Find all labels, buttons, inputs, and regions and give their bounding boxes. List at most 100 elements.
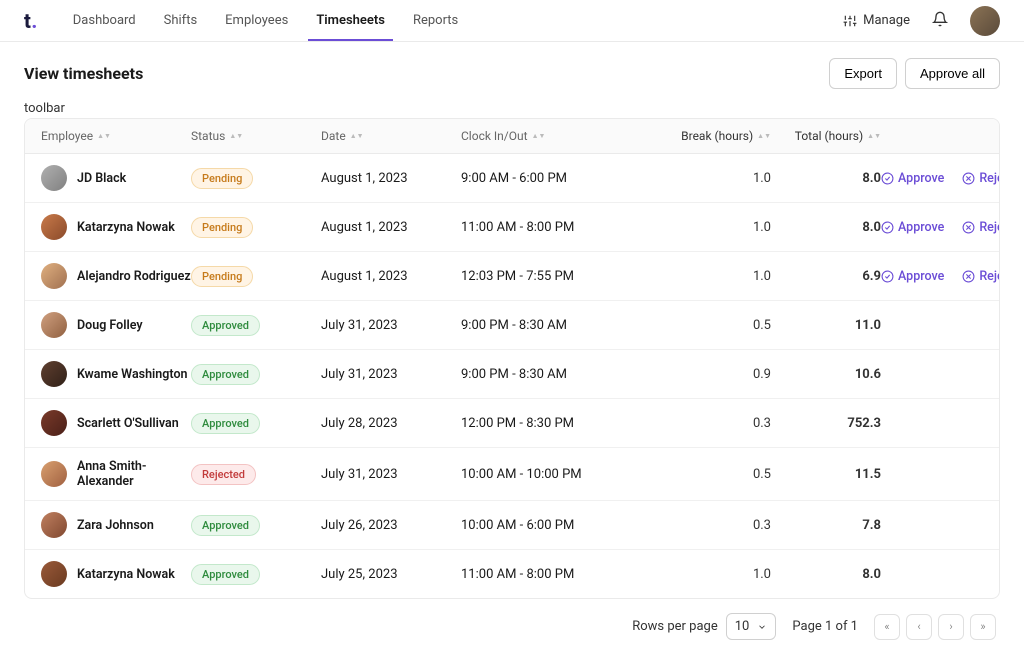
avatar	[41, 410, 67, 436]
rows-per-page-select[interactable]: 10	[726, 613, 777, 640]
employee-name: Doug Folley	[77, 318, 143, 333]
timesheet-table: Employee▲▼ Status▲▼ Date▲▼ Clock In/Out▲…	[24, 118, 1000, 599]
rows-per-page-label: Rows per page	[632, 619, 718, 634]
nav-item-shifts[interactable]: Shifts	[164, 1, 198, 40]
col-break[interactable]: Break (hours)▲▼	[631, 129, 771, 143]
col-employee[interactable]: Employee▲▼	[41, 129, 191, 143]
nav-item-timesheets[interactable]: Timesheets	[316, 1, 385, 40]
status-cell: Approved	[191, 515, 321, 536]
page-first[interactable]: «	[874, 614, 900, 640]
total-cell: 11.5	[771, 467, 881, 482]
reject-button[interactable]: Reject	[962, 220, 1000, 235]
total-cell: 8.0	[771, 171, 881, 186]
status-badge: Approved	[191, 564, 260, 585]
total-cell: 752.3	[771, 416, 881, 431]
table-row: JD BlackPendingAugust 1, 20239:00 AM - 6…	[25, 154, 999, 203]
pagination: Rows per page 10 Page 1 of 1 « ‹ › »	[24, 599, 1000, 640]
reject-button[interactable]: Reject	[962, 269, 1000, 284]
total-cell: 7.8	[771, 518, 881, 533]
approve-all-button[interactable]: Approve all	[905, 58, 1000, 89]
status-badge: Pending	[191, 217, 253, 238]
total-cell: 11.0	[771, 318, 881, 333]
employee-cell: Alejandro Rodriguez	[41, 263, 191, 289]
sort-icon: ▲▼	[757, 134, 771, 138]
nav-item-dashboard[interactable]: Dashboard	[73, 1, 136, 40]
break-cell: 1.0	[631, 269, 771, 284]
col-date[interactable]: Date▲▼	[321, 129, 461, 143]
avatar	[41, 165, 67, 191]
table-row: Alejandro RodriguezPendingAugust 1, 2023…	[25, 252, 999, 301]
page-prev[interactable]: ‹	[906, 614, 932, 640]
break-cell: 0.9	[631, 367, 771, 382]
approve-button[interactable]: Approve	[881, 171, 944, 186]
sort-icon: ▲▼	[97, 134, 111, 138]
sort-icon: ▲▼	[532, 134, 546, 138]
status-cell: Approved	[191, 413, 321, 434]
page-info: Page 1 of 1	[792, 619, 858, 634]
export-button[interactable]: Export	[829, 58, 897, 89]
break-cell: 0.5	[631, 318, 771, 333]
actions-cell: Approve Reject	[881, 171, 1000, 186]
status-badge: Approved	[191, 413, 260, 434]
nav-item-employees[interactable]: Employees	[225, 1, 288, 40]
total-cell: 8.0	[771, 567, 881, 582]
avatar	[41, 361, 67, 387]
table-row: Anna Smith-AlexanderRejectedJuly 31, 202…	[25, 448, 999, 501]
clock-cell: 11:00 AM - 8:00 PM	[461, 220, 631, 235]
avatar	[41, 461, 67, 487]
reject-button[interactable]: Reject	[962, 171, 1000, 186]
total-cell: 6.9	[771, 269, 881, 284]
date-cell: July 26, 2023	[321, 518, 461, 533]
clock-cell: 11:00 AM - 8:00 PM	[461, 567, 631, 582]
logo[interactable]: t.	[24, 9, 37, 33]
avatar	[41, 312, 67, 338]
manage-label: Manage	[863, 13, 910, 28]
table-row: Katarzyna NowakPendingAugust 1, 202311:0…	[25, 203, 999, 252]
date-cell: July 31, 2023	[321, 467, 461, 482]
topbar: t. Dashboard Shifts Employees Timesheets Rep…	[0, 0, 1024, 42]
clock-cell: 12:03 PM - 7:55 PM	[461, 269, 631, 284]
page-last[interactable]: »	[970, 614, 996, 640]
clock-cell: 9:00 PM - 8:30 AM	[461, 367, 631, 382]
date-cell: July 31, 2023	[321, 318, 461, 333]
clock-cell: 12:00 PM - 8:30 PM	[461, 416, 631, 431]
clock-cell: 10:00 AM - 10:00 PM	[461, 467, 631, 482]
employee-name: Katarzyna Nowak	[77, 220, 175, 235]
status-badge: Pending	[191, 168, 253, 189]
sort-icon: ▲▼	[867, 134, 881, 138]
col-clock[interactable]: Clock In/Out▲▼	[461, 129, 631, 143]
status-badge: Pending	[191, 266, 253, 287]
nav-item-reports[interactable]: Reports	[413, 1, 458, 40]
actions-cell: Approve Reject	[881, 220, 1000, 235]
employee-cell: Zara Johnson	[41, 512, 191, 538]
table-row: Kwame WashingtonApprovedJuly 31, 20239:0…	[25, 350, 999, 399]
status-cell: Approved	[191, 564, 321, 585]
status-badge: Approved	[191, 364, 260, 385]
user-avatar[interactable]	[970, 6, 1000, 36]
notifications-button[interactable]	[932, 11, 948, 31]
status-cell: Approved	[191, 315, 321, 336]
manage-link[interactable]: Manage	[843, 13, 910, 28]
sliders-icon	[843, 14, 857, 28]
sort-icon: ▲▼	[229, 134, 243, 138]
employee-cell: JD Black	[41, 165, 191, 191]
status-badge: Approved	[191, 515, 260, 536]
employee-cell: Doug Folley	[41, 312, 191, 338]
total-cell: 8.0	[771, 220, 881, 235]
clock-cell: 9:00 AM - 6:00 PM	[461, 171, 631, 186]
col-total[interactable]: Total (hours)▲▼	[771, 129, 881, 143]
approve-button[interactable]: Approve	[881, 269, 944, 284]
page: View timesheets Export Approve all toolb…	[0, 42, 1024, 664]
employee-cell: Anna Smith-Alexander	[41, 459, 191, 489]
break-cell: 1.0	[631, 171, 771, 186]
date-cell: July 28, 2023	[321, 416, 461, 431]
primary-nav: Dashboard Shifts Employees Timesheets Report…	[73, 1, 843, 40]
avatar	[41, 214, 67, 240]
total-cell: 10.6	[771, 367, 881, 382]
col-status[interactable]: Status▲▼	[191, 129, 321, 143]
table-row: Doug FolleyApprovedJuly 31, 20239:00 PM …	[25, 301, 999, 350]
bell-icon	[932, 11, 948, 27]
page-next[interactable]: ›	[938, 614, 964, 640]
approve-button[interactable]: Approve	[881, 220, 944, 235]
status-cell: Pending	[191, 217, 321, 238]
